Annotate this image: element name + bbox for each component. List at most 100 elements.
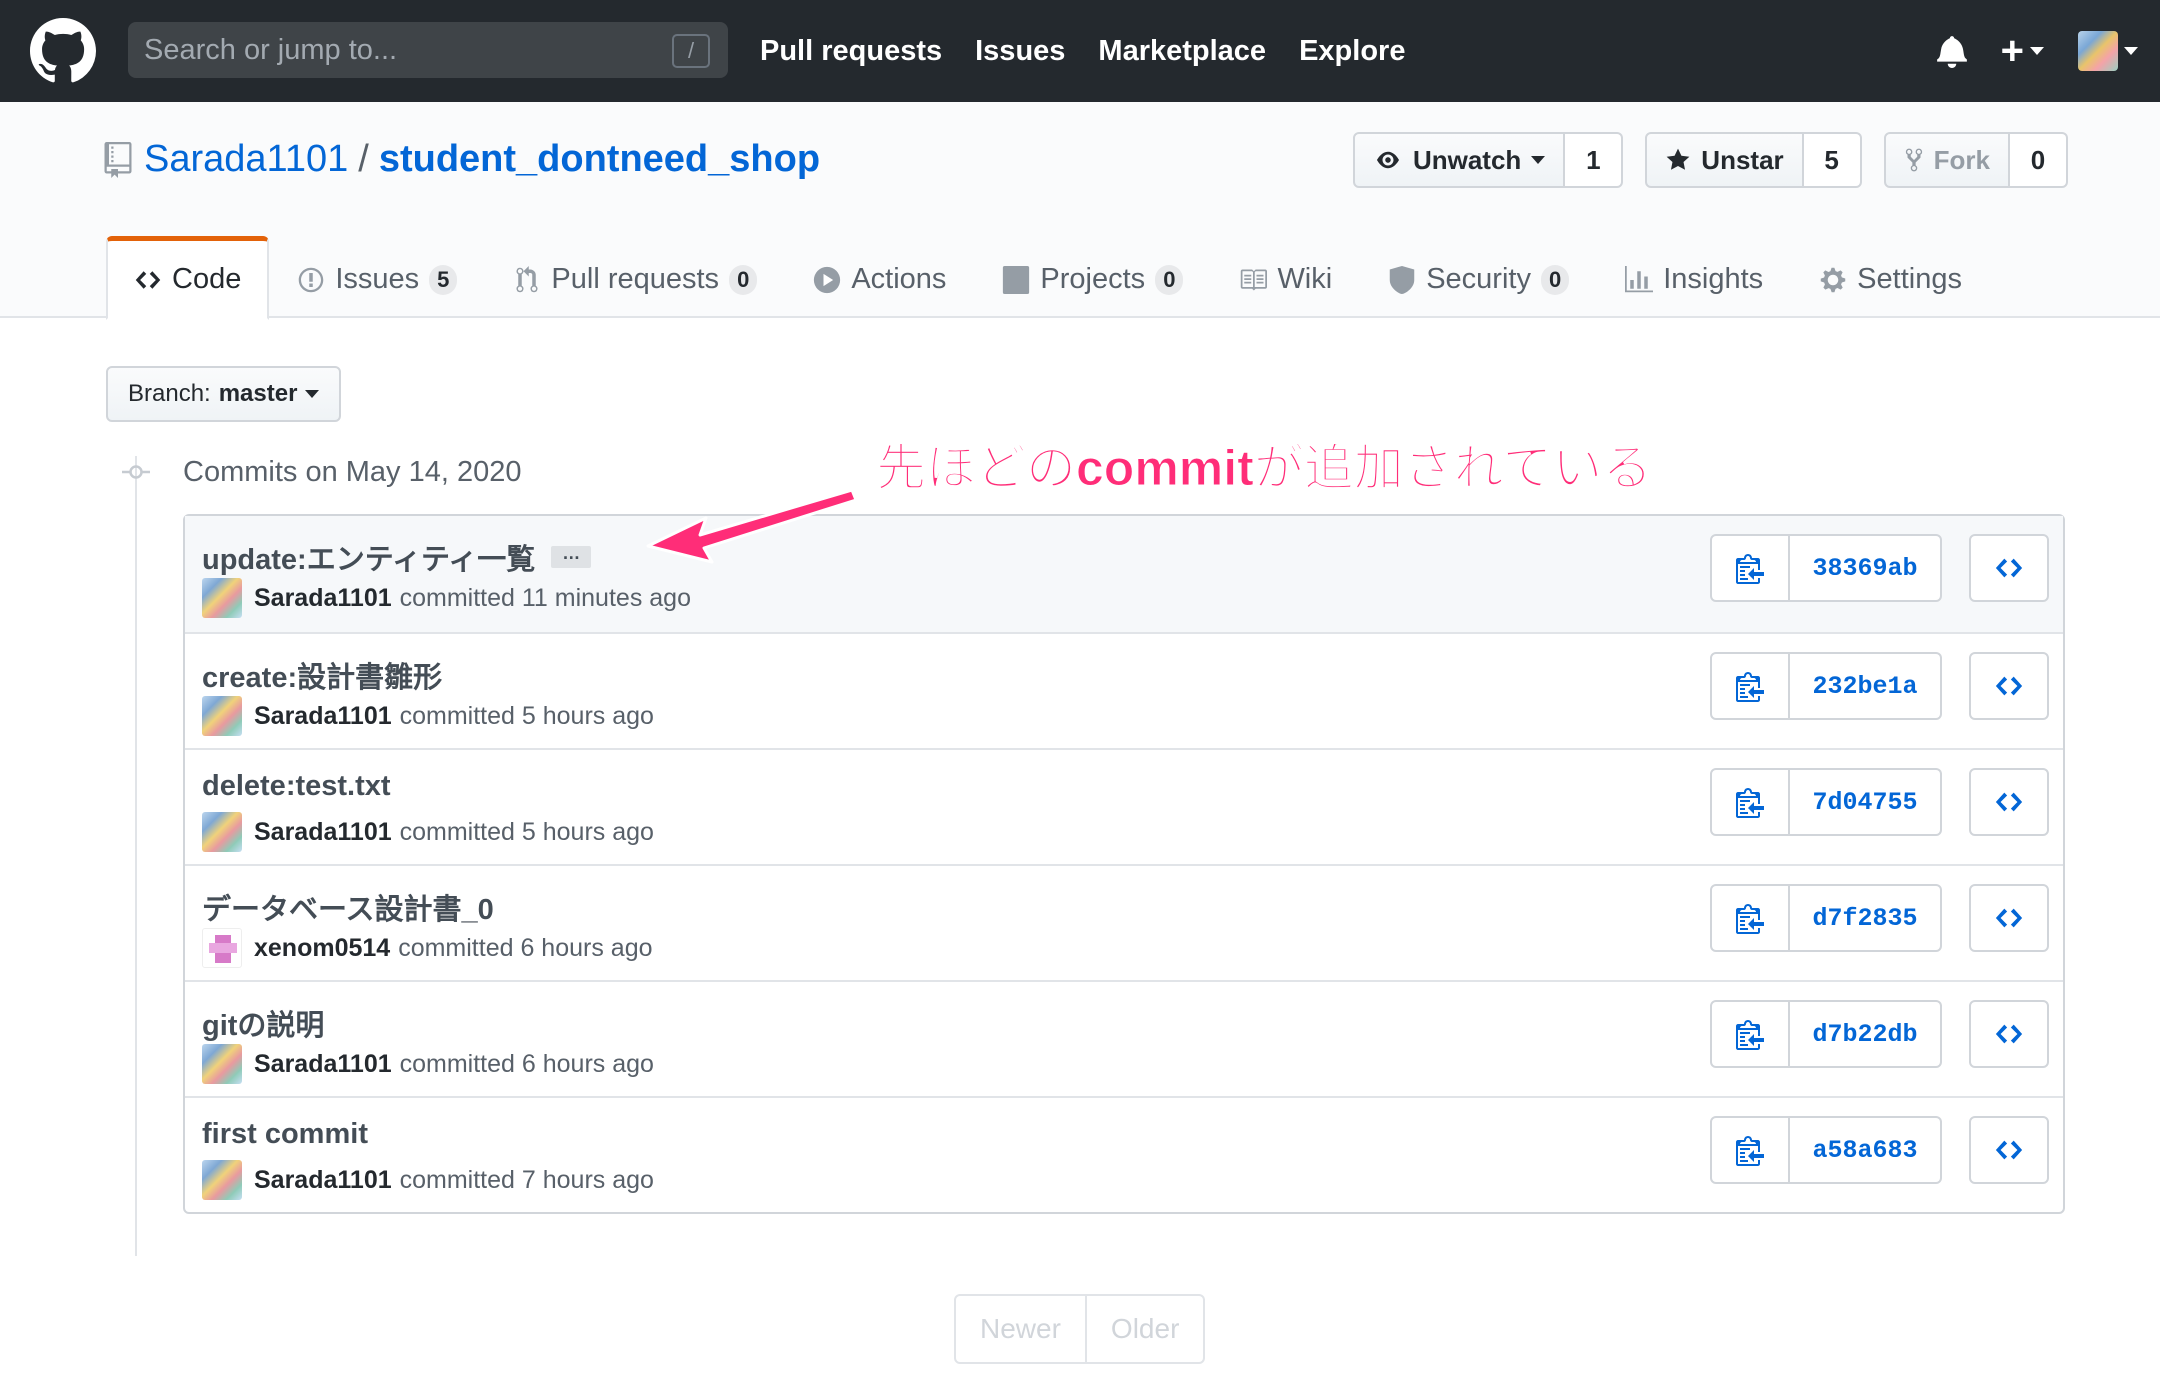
commit-message-link[interactable]: create:設計書雛形 xyxy=(202,654,442,696)
stargazers-count[interactable]: 5 xyxy=(1803,132,1862,188)
copy-sha-button[interactable] xyxy=(1710,1000,1790,1068)
unwatch-button[interactable]: Unwatch xyxy=(1352,132,1566,188)
sha-group: 7d04755 xyxy=(1710,768,1942,836)
commit-sha-link[interactable]: 232be1a xyxy=(1790,652,1942,720)
commit-message-link[interactable]: update:エンティティ一覧 xyxy=(202,536,535,578)
branch-select-button[interactable]: Branch: master xyxy=(106,366,342,422)
tab-label: Wiki xyxy=(1277,263,1333,295)
commit-message-link[interactable]: delete:test.txt xyxy=(202,770,391,803)
commit-sha-link[interactable]: 38369ab xyxy=(1790,534,1942,602)
avatar[interactable] xyxy=(202,578,242,618)
commit-row: gitの説明 Sarada1101 committed 6 hours ago d7b… xyxy=(185,980,2063,1096)
copy-sha-button[interactable] xyxy=(1710,534,1790,602)
tab-actions[interactable]: Actions xyxy=(785,236,974,320)
browse-repo-button[interactable] xyxy=(1969,1116,2049,1184)
newer-button[interactable]: Newer xyxy=(954,1294,1087,1364)
pull-request-icon xyxy=(516,265,538,292)
watchers-count[interactable]: 1 xyxy=(1565,132,1624,188)
avatar[interactable] xyxy=(202,1160,242,1200)
commit-author[interactable]: Sarada1101 xyxy=(254,702,392,731)
copy-sha-button[interactable] xyxy=(1710,652,1790,720)
avatar[interactable] xyxy=(202,928,242,968)
older-button[interactable]: Older xyxy=(1086,1294,1206,1364)
commit-author[interactable]: xenom0514 xyxy=(254,934,390,963)
commit-sha-link[interactable]: d7f2835 xyxy=(1790,884,1942,952)
chevron-down-icon xyxy=(2030,47,2044,55)
expand-message-button[interactable]: … xyxy=(551,544,592,568)
tab-settings[interactable]: Settings xyxy=(1791,236,1990,320)
commit-row: create:設計書雛形 Sarada1101 committed 5 hours … xyxy=(185,632,2063,748)
commit-message: update:エンティティ一覧 … xyxy=(202,536,592,578)
commit-sha-link[interactable]: 7d04755 xyxy=(1790,768,1942,836)
nav-marketplace[interactable]: Marketplace xyxy=(1098,35,1266,68)
forks-count[interactable]: 0 xyxy=(2010,132,2068,188)
fork-button[interactable]: Fork xyxy=(1883,132,2010,188)
commit-meta: xenom0514 committed 6 hours ago xyxy=(202,928,653,968)
browse-repo-button[interactable] xyxy=(1969,1000,2049,1068)
tab-label: Projects xyxy=(1040,263,1146,295)
annotation-text: 先ほどのcommitが追加されている xyxy=(875,440,1653,497)
tab-pull-requests[interactable]: Pull requests 0 xyxy=(485,236,785,320)
avatar xyxy=(2078,31,2118,71)
user-menu-button[interactable] xyxy=(2078,31,2138,71)
commit-message: first commit xyxy=(202,1118,368,1151)
copy-sha-button[interactable] xyxy=(1710,884,1790,952)
tab-projects[interactable]: Projects 0 xyxy=(974,236,1211,320)
sha-group: d7f2835 xyxy=(1710,884,1942,952)
commit-row: データベース設計書_0 xenom0514 committed 6 hours ag… xyxy=(185,864,2063,980)
clipboard-icon xyxy=(1736,672,1764,702)
header-nav: Pull requests Issues Marketplace Explore xyxy=(760,0,1405,102)
tab-security[interactable]: Security 0 xyxy=(1360,236,1597,320)
tab-label: Insights xyxy=(1663,263,1764,295)
commit-author[interactable]: Sarada1101 xyxy=(254,584,392,613)
avatar[interactable] xyxy=(202,812,242,852)
code-icon xyxy=(1995,792,2023,812)
commit-meta: Sarada1101 committed 5 hours ago xyxy=(202,812,654,852)
commit-message: delete:test.txt xyxy=(202,770,391,803)
tab-wiki[interactable]: Wiki xyxy=(1211,236,1360,320)
bell-icon[interactable] xyxy=(1936,34,1967,68)
fork-group: Fork 0 xyxy=(1883,132,2068,188)
code-icon xyxy=(1995,558,2023,578)
repo-name-link[interactable]: student_dontneed_shop xyxy=(379,138,820,181)
search-box[interactable]: / xyxy=(128,22,728,78)
commit-sha-link[interactable]: a58a683 xyxy=(1790,1116,1942,1184)
commit-message-link[interactable]: first commit xyxy=(202,1118,368,1151)
tab-code[interactable]: Code xyxy=(106,236,270,320)
tab-label: Settings xyxy=(1857,263,1962,295)
unstar-button[interactable]: Unstar xyxy=(1645,132,1804,188)
github-logo-icon[interactable] xyxy=(30,18,96,84)
commit-meta: Sarada1101 committed 11 minutes ago xyxy=(202,578,691,618)
commit-message-link[interactable]: データベース設計書_0 xyxy=(202,886,494,928)
repo-owner-link[interactable]: Sarada1101 xyxy=(144,138,348,181)
browse-repo-button[interactable] xyxy=(1969,652,2049,720)
commit-author[interactable]: Sarada1101 xyxy=(254,1050,392,1079)
commit-time: committed 5 hours ago xyxy=(399,701,654,730)
nav-explore[interactable]: Explore xyxy=(1299,35,1405,68)
browse-repo-button[interactable] xyxy=(1969,768,2049,836)
tab-issues[interactable]: Issues 5 xyxy=(269,236,485,320)
avatar[interactable] xyxy=(202,696,242,736)
star-group: Unstar 5 xyxy=(1645,132,1862,188)
browse-repo-button[interactable] xyxy=(1969,884,2049,952)
nav-issues[interactable]: Issues xyxy=(975,35,1065,68)
chevron-down-icon xyxy=(305,390,320,398)
nav-pull-requests[interactable]: Pull requests xyxy=(760,35,942,68)
commit-author[interactable]: Sarada1101 xyxy=(254,818,392,847)
search-input[interactable] xyxy=(128,22,728,78)
branch-prefix: Branch: xyxy=(128,380,211,407)
clipboard-icon xyxy=(1736,904,1764,934)
create-new-button[interactable]: + xyxy=(2001,31,2044,71)
branch-name: master xyxy=(218,380,298,407)
tab-insights[interactable]: Insights xyxy=(1597,236,1791,320)
fork-label: Fork xyxy=(1933,144,1990,175)
browse-repo-button[interactable] xyxy=(1969,534,2049,602)
commit-message-link[interactable]: gitの説明 xyxy=(202,1002,324,1044)
commit-sha-link[interactable]: d7b22db xyxy=(1790,1000,1942,1068)
commit-author[interactable]: Sarada1101 xyxy=(254,1166,392,1195)
search-shortcut-key: / xyxy=(672,34,710,68)
copy-sha-button[interactable] xyxy=(1710,1116,1790,1184)
commit-time: committed 5 hours ago xyxy=(399,817,654,846)
copy-sha-button[interactable] xyxy=(1710,768,1790,836)
avatar[interactable] xyxy=(202,1044,242,1084)
